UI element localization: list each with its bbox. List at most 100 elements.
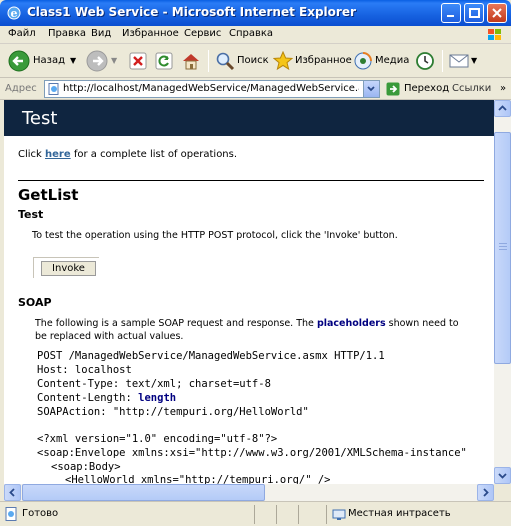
back-arrow-icon bbox=[8, 50, 30, 72]
menu-edit[interactable]: Правка bbox=[48, 28, 86, 39]
chevron-up-icon bbox=[498, 105, 507, 111]
menu-help[interactable]: Справка bbox=[229, 28, 273, 39]
chevron-left-icon bbox=[9, 488, 15, 497]
intro-prefix: Click bbox=[18, 149, 42, 160]
favorites-label: Избранное bbox=[295, 55, 352, 66]
close-button[interactable] bbox=[487, 3, 507, 23]
toolbar-separator bbox=[442, 50, 443, 72]
horizontal-scrollbar[interactable] bbox=[4, 484, 494, 501]
menu-view[interactable]: Вид bbox=[91, 28, 111, 39]
go-button[interactable]: Переход bbox=[404, 83, 449, 94]
scroll-up-button[interactable] bbox=[494, 100, 511, 117]
code-line: Content-Length: length bbox=[37, 392, 176, 404]
favorites-button[interactable]: Избранное bbox=[272, 49, 352, 73]
test-description: To test the operation using the HTTP POS… bbox=[32, 230, 398, 241]
operations-link[interactable]: here bbox=[45, 149, 71, 160]
intro-text: Click here for a complete list of operat… bbox=[18, 149, 237, 160]
address-url: http://localhost/ManagedWebService/Manag… bbox=[63, 83, 359, 94]
status-pane-divider bbox=[326, 505, 327, 524]
minimize-button[interactable] bbox=[441, 3, 461, 23]
toolbar-separator bbox=[208, 50, 209, 72]
stop-button[interactable] bbox=[128, 49, 148, 73]
scroll-right-button[interactable] bbox=[477, 484, 494, 501]
test-heading: Test bbox=[18, 208, 44, 221]
soap-desc-suffix: shown need to bbox=[388, 318, 459, 329]
ie-logo-icon: e bbox=[7, 6, 21, 20]
mail-envelope-icon bbox=[449, 54, 469, 68]
chevron-right-icon bbox=[483, 488, 489, 497]
chevron-down-icon bbox=[498, 473, 507, 479]
windows-flag-icon bbox=[488, 29, 501, 40]
mail-dropdown-icon[interactable]: ▼ bbox=[471, 56, 477, 65]
media-label: Медиа bbox=[375, 55, 410, 66]
security-zone-label: Местная интрасеть bbox=[348, 508, 451, 519]
vertical-scrollbar[interactable] bbox=[494, 100, 511, 484]
page-banner: Test bbox=[4, 100, 494, 136]
intro-suffix: for a complete list of operations. bbox=[73, 149, 238, 160]
banner-title: Test bbox=[22, 108, 58, 129]
back-button[interactable]: Назад ▼ bbox=[6, 49, 76, 73]
back-label: Назад bbox=[33, 55, 66, 66]
soap-desc-prefix: The following is a sample SOAP request a… bbox=[35, 318, 314, 329]
horizontal-scroll-thumb[interactable] bbox=[22, 484, 265, 501]
minimize-icon bbox=[447, 15, 454, 17]
code-placeholder: length bbox=[138, 392, 177, 404]
svg-text:e: e bbox=[11, 7, 18, 20]
code-line: <soap:Body> bbox=[51, 461, 121, 473]
page-done-icon bbox=[5, 507, 17, 521]
status-text: Готово bbox=[22, 508, 59, 519]
address-dropdown-button[interactable] bbox=[363, 81, 379, 97]
grip-line bbox=[499, 249, 507, 250]
menu-tools[interactable]: Сервис bbox=[184, 28, 221, 39]
close-icon bbox=[492, 8, 502, 18]
media-button[interactable]: Медиа bbox=[352, 49, 410, 73]
address-label: Адрес bbox=[5, 83, 37, 94]
menu-favorites[interactable]: Избранное bbox=[122, 28, 179, 39]
forward-dropdown-icon[interactable]: ▼ bbox=[111, 56, 117, 65]
history-button[interactable] bbox=[414, 49, 436, 73]
history-clock-icon bbox=[416, 52, 434, 70]
status-pane-divider bbox=[276, 505, 277, 524]
scrollbar-corner bbox=[494, 484, 511, 501]
code-line: <?xml version="1.0" encoding="utf-8"?> bbox=[37, 433, 278, 445]
page-content: Test Click here for a complete list of o… bbox=[4, 100, 494, 500]
media-icon bbox=[354, 52, 372, 70]
page-viewport: Test Click here for a complete list of o… bbox=[4, 100, 494, 500]
favorites-star-icon bbox=[273, 51, 293, 71]
address-bar: Адрес http://localhost/ManagedWebService… bbox=[0, 78, 511, 100]
home-button[interactable] bbox=[180, 49, 202, 73]
title-bar: e Class1 Web Service - Microsoft Interne… bbox=[0, 0, 511, 26]
search-icon bbox=[216, 52, 235, 71]
status-pane-divider bbox=[298, 505, 299, 524]
placeholders-label: placeholders bbox=[316, 318, 386, 329]
search-button[interactable]: Поиск bbox=[214, 49, 270, 73]
go-arrow-icon[interactable] bbox=[386, 82, 400, 96]
scroll-down-button[interactable] bbox=[494, 467, 511, 484]
refresh-icon bbox=[155, 52, 173, 70]
mail-button[interactable]: ▼ bbox=[448, 49, 480, 73]
divider bbox=[18, 180, 484, 181]
links-toolbar[interactable]: Ссылки bbox=[452, 83, 491, 94]
links-chevron-icon[interactable]: » bbox=[500, 83, 506, 94]
menu-bar: Файл Правка Вид Избранное Сервис Справка bbox=[0, 26, 511, 44]
back-dropdown-icon[interactable]: ▼ bbox=[70, 56, 76, 65]
address-input[interactable]: http://localhost/ManagedWebService/Manag… bbox=[44, 80, 380, 98]
menu-file[interactable]: Файл bbox=[8, 28, 36, 39]
window-title: Class1 Web Service - Microsoft Internet … bbox=[27, 5, 356, 19]
vertical-scroll-thumb[interactable] bbox=[494, 132, 511, 364]
forward-button[interactable]: ▼ bbox=[84, 49, 120, 73]
invoke-button[interactable]: Invoke bbox=[41, 261, 96, 276]
soap-description-line2: be replaced with actual values. bbox=[35, 331, 184, 342]
code-line: Host: localhost bbox=[37, 364, 132, 376]
grip-line bbox=[499, 243, 507, 244]
refresh-button[interactable] bbox=[154, 49, 174, 73]
status-pane-divider bbox=[254, 505, 255, 524]
status-bar: Готово Местная интрасеть bbox=[0, 501, 511, 526]
code-line: SOAPAction: "http://tempuri.org/HelloWor… bbox=[37, 406, 309, 418]
code-line: Content-Type: text/xml; charset=utf-8 bbox=[37, 378, 271, 390]
forward-arrow-icon bbox=[86, 50, 108, 72]
search-label: Поиск bbox=[237, 55, 269, 66]
scroll-left-button[interactable] bbox=[4, 484, 21, 501]
maximize-button[interactable] bbox=[464, 3, 484, 23]
soap-description-line1: The following is a sample SOAP request a… bbox=[35, 318, 459, 329]
